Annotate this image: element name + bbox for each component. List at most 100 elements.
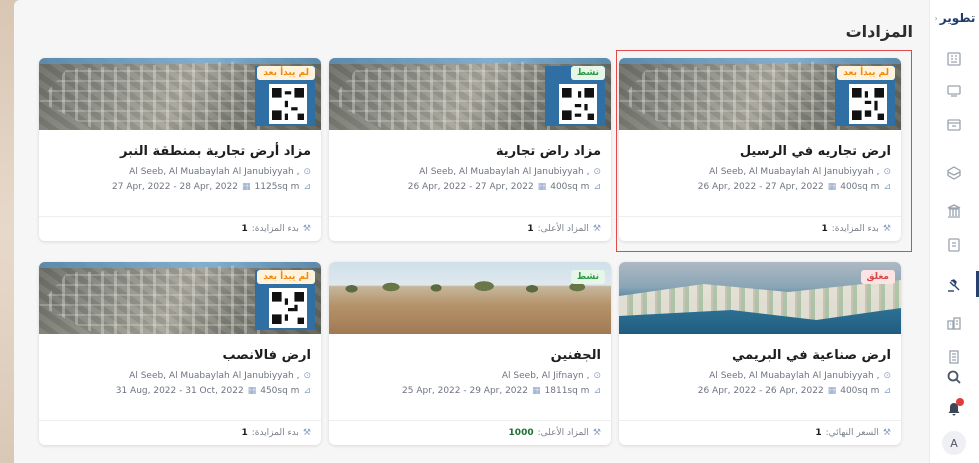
status-badge: نشط (570, 270, 605, 284)
qr-code-icon (849, 84, 887, 124)
card-location: Al Seeb, Al Jifnayn , (501, 371, 590, 381)
city-icon[interactable] (943, 312, 965, 334)
calendar-icon: ▦ (247, 386, 257, 396)
status-badge: لم يبدأ بعد (257, 270, 315, 284)
card-location: Al Seeb, Al Muabaylah Al Janubiyyah , (129, 167, 300, 177)
brand-text: تطوير (939, 11, 976, 25)
bank-icon[interactable] (943, 200, 965, 222)
qr-code-icon (269, 84, 307, 124)
page-title: المزادات (845, 22, 913, 41)
location-pin-icon: ⊙ (303, 167, 311, 177)
screen-icon[interactable] (943, 114, 965, 136)
location-pin-icon: ⊙ (883, 167, 891, 177)
card-foot-label: بدء المزايدة: (251, 428, 299, 438)
card-thumbnail: نشط (329, 262, 611, 334)
calendar-icon: ▦ (532, 386, 541, 396)
qr-code-icon (559, 84, 597, 124)
auction-card[interactable]: لم يبدأ بعد ارض تجاريه في الرسيل ⊙ Al See… (619, 58, 901, 241)
area-icon: ⊿ (883, 386, 891, 396)
card-dates: 27 Apr, 2022 - 28 Apr, 2022 (112, 182, 238, 192)
card-area: 1811sq m (544, 386, 590, 396)
bell-icon[interactable] (943, 398, 965, 420)
gavel-small-icon: ⚒ (882, 224, 891, 234)
card-foot-value: 1 (815, 428, 822, 438)
app-window: تطوير ‹ A المزادات لم يبدأ بعد ارض تجاري… (14, 0, 979, 463)
area-icon: ⊿ (593, 182, 601, 192)
area-icon: ⊿ (303, 182, 311, 192)
card-location: Al Seeb, Al Muabaylah Al Janubiyyah , (709, 167, 880, 177)
gavel-small-icon: ⚒ (592, 428, 601, 438)
gavel-small-icon: ⚒ (882, 428, 891, 438)
building-grid-icon[interactable] (943, 48, 965, 70)
status-badge: لم يبدأ بعد (837, 66, 895, 80)
card-thumbnail: لم يبدأ بعد (619, 58, 901, 130)
status-badge: لم يبدأ بعد (257, 66, 315, 80)
qr-code-icon (269, 288, 307, 328)
card-dates: 26 Apr, 2022 - 26 Apr, 2022 (697, 386, 824, 396)
gavel-small-icon: ⚒ (592, 224, 601, 234)
card-foot-value: 1 (821, 224, 828, 234)
card-foot-value: 1 (527, 224, 534, 234)
brand-logo[interactable]: تطوير ‹ (932, 8, 978, 28)
card-location: Al Seeb, Al Muabaylah Al Janubiyyah , (419, 167, 590, 177)
area-icon: ⊿ (303, 386, 311, 396)
tower-icon[interactable] (943, 346, 965, 368)
card-area: 400sq m (840, 182, 880, 192)
calendar-icon: ▦ (242, 182, 251, 192)
card-title[interactable]: ارض تجاريه في الرسيل (629, 144, 891, 159)
gavel-small-icon: ⚒ (302, 428, 311, 438)
card-title[interactable]: مزاد راض تجارية (339, 144, 601, 159)
card-dates: 25 Apr, 2022 - 29 Apr, 2022 (402, 386, 528, 396)
card-thumbnail: لم يبدأ بعد (39, 58, 321, 130)
card-title[interactable]: ارض فالانصب (49, 348, 311, 363)
auction-card[interactable]: نشط الجفنين ⊙ Al Seeb, Al Jifnayn , ⊿ 1811… (329, 262, 611, 445)
status-badge: نشط (570, 66, 605, 80)
calendar-icon: ▦ (827, 182, 837, 192)
auction-card[interactable]: لم يبدأ بعد مزاد أرض تجارية بمنطقة النبر… (39, 58, 321, 241)
card-foot-label: السعر النهائي: (825, 428, 879, 438)
card-area: 450sq m (260, 386, 300, 396)
card-thumbnail: لم يبدأ بعد (39, 262, 321, 334)
card-foot-label: بدء المزايدة: (251, 224, 299, 234)
card-foot-label: بدء المزايدة: (831, 224, 879, 234)
card-thumbnail: نشط (329, 58, 611, 130)
card-dates: 31 Aug, 2022 - 31 Oct, 2022 (115, 386, 244, 396)
location-pin-icon: ⊙ (593, 371, 601, 381)
location-pin-icon: ⊙ (593, 167, 601, 177)
auction-card[interactable]: لم يبدأ بعد ارض فالانصب ⊙ Al Seeb, Al Mua… (39, 262, 321, 445)
card-title[interactable]: الجفنين (339, 348, 601, 363)
notification-badge (956, 398, 964, 406)
card-thumbnail: مغلق (619, 262, 901, 334)
cube-icon[interactable] (943, 162, 965, 184)
card-title[interactable]: مزاد أرض تجارية بمنطقة النبر (49, 144, 311, 159)
card-foot-value: 1 (241, 224, 248, 234)
auction-card[interactable]: مغلق ارض صناعية في البريمي ⊙ Al Seeb, Al … (619, 262, 901, 445)
monitor-icon[interactable] (943, 80, 965, 102)
area-icon: ⊿ (883, 182, 891, 192)
auction-card[interactable]: نشط مزاد راض تجارية ⊙ Al Seeb, Al Muabayl… (329, 58, 611, 241)
gavel-small-icon: ⚒ (302, 224, 311, 234)
card-title[interactable]: ارض صناعية في البريمي (629, 348, 891, 363)
card-location: Al Seeb, Al Muabaylah Al Janubiyyah , (709, 371, 880, 381)
card-foot-value: 1 (241, 428, 248, 438)
calendar-icon: ▦ (827, 386, 837, 396)
side-rail: تطوير ‹ A (929, 0, 979, 463)
card-dates: 26 Apr, 2022 - 27 Apr, 2022 (697, 182, 824, 192)
location-pin-icon: ⊙ (303, 371, 311, 381)
brand-mark-icon: ‹ (934, 13, 938, 23)
card-area: 400sq m (840, 386, 880, 396)
card-dates: 26 Apr, 2022 - 27 Apr, 2022 (407, 182, 534, 192)
card-location: Al Seeb, Al Muabaylah Al Janubiyyah , (129, 371, 300, 381)
location-pin-icon: ⊙ (883, 371, 891, 381)
avatar[interactable]: A (942, 431, 966, 455)
calendar-icon: ▦ (537, 182, 547, 192)
gavel-icon[interactable] (943, 274, 965, 296)
status-badge: مغلق (860, 270, 895, 284)
card-area: 1125sq m (254, 182, 300, 192)
card-area: 400sq m (550, 182, 590, 192)
card-foot-value: 1000 (508, 428, 534, 438)
area-icon: ⊿ (593, 386, 601, 396)
search-icon[interactable] (943, 366, 965, 388)
document-icon[interactable] (943, 234, 965, 256)
card-foot-label: المزاد الأعلى: (537, 428, 589, 438)
